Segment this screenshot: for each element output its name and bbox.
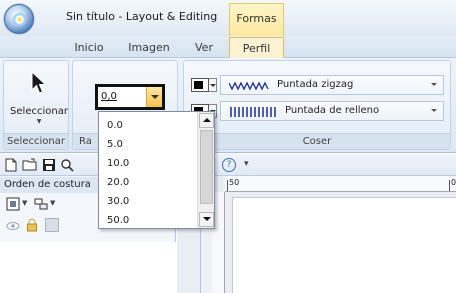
chevron-down-icon[interactable]: ▼ (22, 199, 27, 207)
group-sew-label: Coser (184, 133, 450, 149)
ruler-tick (227, 180, 228, 191)
scroll-up-button[interactable] (199, 113, 214, 128)
chevron-down-icon[interactable]: ▼ (50, 199, 55, 207)
open-folder-icon[interactable] (22, 158, 38, 172)
combo-dropdown-button[interactable] (146, 87, 162, 107)
width-combo-value: 0,0 (101, 91, 117, 102)
new-file-icon[interactable] (4, 158, 18, 172)
chevron-down-icon (431, 83, 437, 86)
select-button-label: Seleccionar (10, 106, 68, 117)
option-0[interactable]: 0.0 (107, 120, 123, 131)
help-icon[interactable]: ? (222, 158, 236, 172)
line-color-button[interactable] (191, 78, 209, 92)
scroll-thumb[interactable] (200, 130, 213, 204)
group-select-label: Seleccionar (4, 133, 68, 149)
width-combo[interactable]: 0,0 (95, 84, 165, 110)
fill-stitch-icon (230, 107, 276, 117)
option-10[interactable]: 10.0 (107, 158, 129, 169)
tab-perfil[interactable]: Perfil (229, 37, 284, 58)
zigzag-stitch-icon (229, 81, 269, 91)
fill-stitch-label: Puntada de relleno (285, 105, 380, 116)
context-tab-formas[interactable]: Formas (229, 3, 284, 36)
save-icon[interactable] (42, 158, 56, 172)
horizontal-ruler: 50 0 (225, 176, 456, 192)
ruler-mark: 0 (451, 178, 456, 187)
customize-toolbar-icon[interactable]: ▾ (244, 159, 249, 169)
width-dropdown-list[interactable]: 0.0 5.0 10.0 20.0 30.0 50.0 (98, 111, 215, 229)
scroll-down-button[interactable] (199, 212, 214, 227)
option-20[interactable]: 20.0 (107, 177, 129, 188)
context-tab-label: Formas (236, 12, 277, 25)
design-page[interactable] (232, 197, 456, 293)
window-title: Sin título - Layout & Editing (66, 10, 218, 23)
select-button[interactable]: Seleccionar ▼ (8, 64, 70, 125)
option-5[interactable]: 5.0 (107, 139, 123, 150)
ruler-mark: 50 (229, 178, 240, 187)
application-menu-button[interactable] (4, 4, 34, 34)
order-icon[interactable] (34, 197, 48, 211)
view-mode-icon[interactable] (6, 197, 20, 211)
tab-inicio[interactable]: Inicio (60, 37, 118, 58)
tab-ver[interactable]: Ver (182, 37, 226, 58)
line-stitch-label: Puntada zigzag (277, 79, 354, 90)
arrow-cursor-icon (31, 70, 47, 94)
ruler-tick (449, 180, 450, 191)
option-30[interactable]: 30.0 (107, 196, 129, 207)
line-stitch-select[interactable]: Puntada zigzag (220, 75, 444, 95)
panel-body (0, 242, 176, 293)
disabled-tool-icon (45, 218, 59, 232)
tab-imagen[interactable]: Imagen (120, 37, 178, 58)
eye-icon[interactable] (6, 220, 20, 232)
chevron-down-icon (431, 109, 437, 112)
fill-stitch-select[interactable]: Puntada de relleno (220, 101, 444, 121)
line-color-dropdown[interactable] (209, 78, 217, 92)
lock-icon[interactable] (26, 218, 38, 232)
dropdown-scrollbar[interactable] (197, 112, 214, 228)
zoom-icon[interactable] (60, 158, 74, 172)
chevron-down-icon: ▼ (36, 118, 42, 125)
app-logo-icon (13, 13, 26, 26)
option-50[interactable]: 50.0 (107, 215, 129, 226)
